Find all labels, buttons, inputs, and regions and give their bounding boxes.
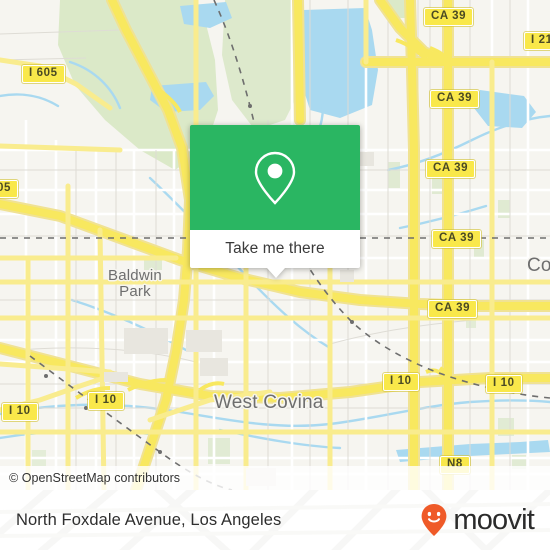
shield-i605-top[interactable]: I 605 <box>22 65 65 83</box>
take-me-there-label: Take me there <box>225 240 325 257</box>
shield-ca39-top[interactable]: CA 39 <box>424 8 474 26</box>
map-canvas[interactable]: Baldwin Park West Covina Co I 605 05 CA … <box>0 0 550 490</box>
shield-i10-right[interactable]: I 10 <box>486 375 522 393</box>
shield-i10-left-edge[interactable]: I 10 <box>2 403 38 421</box>
location-title: North Foxdale Avenue, Los Angeles <box>16 510 282 529</box>
shield-i10-center[interactable]: I 10 <box>383 373 419 391</box>
popup-pointer-tail <box>267 268 285 278</box>
shield-i210-right[interactable]: I 21 <box>524 32 550 50</box>
moovit-smiling-pin-icon <box>421 504 447 536</box>
popup-header <box>190 125 360 230</box>
moovit-wordmark: moovit <box>453 503 534 536</box>
map-pin-icon <box>254 151 296 205</box>
shield-ca39-upper[interactable]: CA 39 <box>430 90 480 108</box>
shield-i10-left[interactable]: I 10 <box>88 392 124 410</box>
shield-i605-left[interactable]: 05 <box>0 180 18 198</box>
shield-ca39-mid[interactable]: CA 39 <box>426 160 476 178</box>
location-popup-card[interactable]: Take me there <box>190 125 360 278</box>
footer-content: North Foxdale Avenue, Los Angeles moovit <box>0 490 550 550</box>
moovit-logo[interactable]: moovit <box>420 503 535 537</box>
shield-ca39-lower[interactable]: CA 39 <box>428 300 478 318</box>
map-attribution: © OpenStreetMap contributors <box>0 466 550 490</box>
map-screenshot: Baldwin Park West Covina Co I 605 05 CA … <box>0 0 550 550</box>
attribution-text: © OpenStreetMap contributors <box>9 471 181 485</box>
popup-footer[interactable]: Take me there <box>190 230 360 268</box>
footer-bar: North Foxdale Avenue, Los Angeles moovit <box>0 490 550 550</box>
shield-ca39-rail[interactable]: CA 39 <box>432 230 482 248</box>
